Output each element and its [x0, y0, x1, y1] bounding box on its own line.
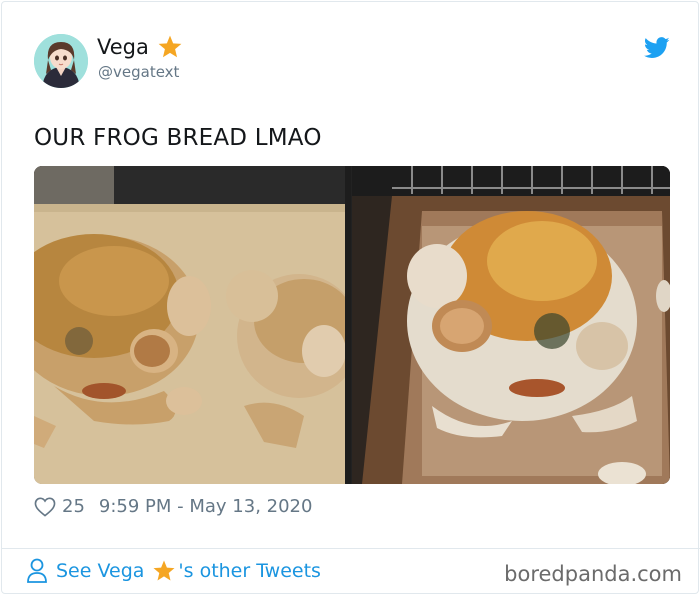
star-icon [153, 560, 175, 581]
author-name-row[interactable]: Vega [97, 34, 183, 60]
tweet-meta-row: 25 9:59 PM - May 13, 2020 [34, 496, 312, 517]
heart-icon[interactable] [34, 497, 56, 517]
handle[interactable]: @vegatext [98, 63, 179, 81]
timestamp[interactable]: 9:59 PM - May 13, 2020 [99, 496, 313, 517]
tweet-card: Vega @vegatext OUR FROG BREAD LMAO 25 9:… [1, 1, 700, 594]
tweet-text: OUR FROG BREAD LMAO [34, 125, 322, 151]
star-icon [158, 35, 182, 58]
twitter-bird-icon[interactable] [644, 37, 670, 59]
person-icon [27, 558, 47, 583]
watermark: boredpanda.com [504, 562, 682, 586]
photo-frog-bread-right[interactable] [352, 166, 670, 484]
divider [2, 548, 700, 549]
see-other-tweets-link[interactable]: See Vega 's other Tweets [26, 558, 321, 584]
see-prefix-label: See Vega [56, 560, 145, 582]
photo-frog-bread-left[interactable] [34, 166, 351, 484]
see-suffix-label: 's other Tweets [178, 560, 321, 582]
display-name[interactable]: Vega [97, 35, 149, 59]
media-grid[interactable] [34, 166, 670, 484]
avatar[interactable] [34, 34, 88, 88]
like-count[interactable]: 25 [62, 496, 85, 517]
